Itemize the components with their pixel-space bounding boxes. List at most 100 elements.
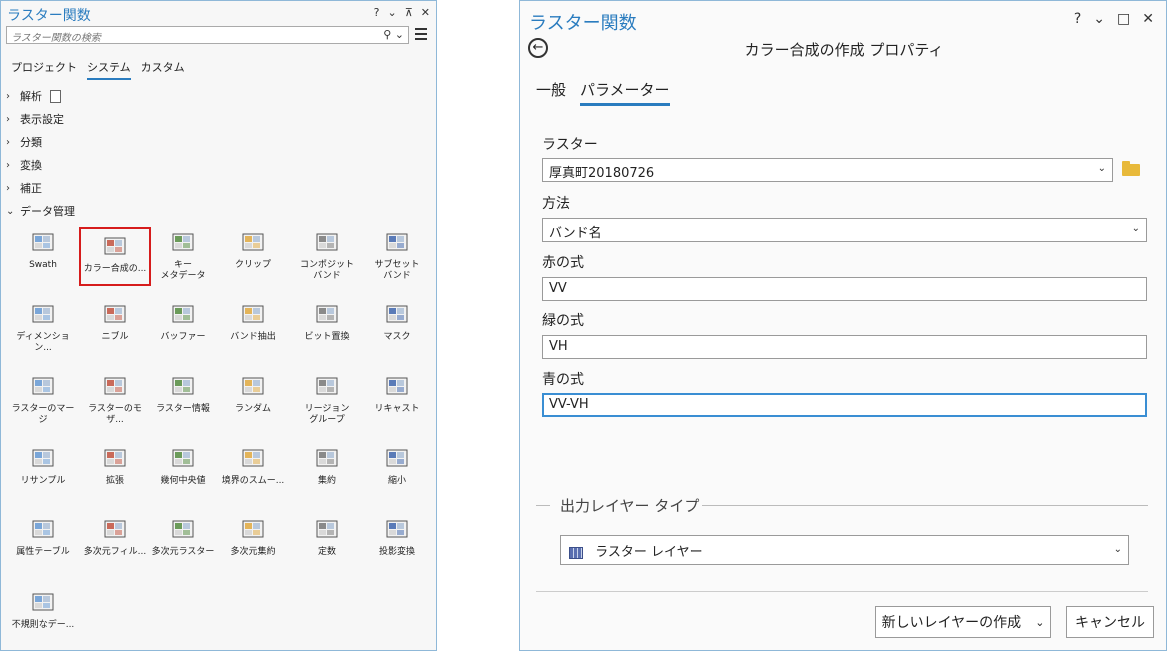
menu-icon[interactable] bbox=[415, 28, 427, 43]
category-analysis[interactable]: › 解析 bbox=[6, 88, 61, 104]
swath-icon bbox=[30, 229, 56, 255]
category-conversion[interactable]: › 変換 bbox=[6, 157, 42, 173]
category-display[interactable]: › 表示設定 bbox=[6, 111, 64, 127]
function-tile[interactable]: バッファー bbox=[149, 301, 217, 351]
raster-select[interactable]: 厚真町20180726 ⌄ bbox=[542, 158, 1113, 182]
tab-general[interactable]: 一般 bbox=[536, 79, 566, 100]
function-properties-pane: ラスター関数 ? ⌄ □ ✕ ← カラー合成の作成 プロパティ 一般 パラメータ… bbox=[519, 0, 1167, 651]
aggregate-icon bbox=[314, 445, 340, 471]
red-expression-input[interactable]: VV bbox=[542, 277, 1147, 301]
function-tile[interactable]: カラー合成の... bbox=[79, 227, 151, 286]
function-tile[interactable]: 多次元集約 bbox=[219, 516, 287, 566]
category-data-management[interactable]: ⌄ データ管理 bbox=[6, 203, 75, 219]
pane-title: ラスター関数 bbox=[7, 8, 91, 24]
md-filter-icon bbox=[102, 516, 128, 542]
function-tile[interactable]: クリップ bbox=[219, 229, 287, 279]
function-tile[interactable]: バンド抽出 bbox=[219, 301, 287, 351]
irregular-data-icon bbox=[30, 589, 56, 615]
subset-bands-icon bbox=[384, 229, 410, 255]
function-tile-label: 不規則なデー... bbox=[11, 620, 75, 630]
button-label: 新しいレイヤーの作成 bbox=[881, 615, 1022, 631]
close-icon[interactable]: ✕ bbox=[1142, 11, 1154, 27]
function-tile[interactable]: コンポジット バンド bbox=[293, 229, 361, 281]
function-tile[interactable]: 拡張 bbox=[81, 445, 149, 495]
button-label: キャンセル bbox=[1075, 615, 1145, 631]
function-tile[interactable]: 不規則なデー... bbox=[9, 589, 77, 639]
function-tile-label: ランダム bbox=[234, 404, 271, 414]
function-tile[interactable]: ニブル bbox=[81, 301, 149, 351]
function-tile[interactable]: 幾何中央値 bbox=[149, 445, 217, 495]
search-options-icon[interactable]: ⌄ bbox=[395, 28, 404, 41]
function-tile-label: リサンプル bbox=[20, 476, 66, 486]
function-tile[interactable]: 投影変換 bbox=[363, 516, 431, 566]
resample-icon bbox=[30, 445, 56, 471]
close-icon[interactable]: ✕ bbox=[421, 6, 430, 19]
random-icon bbox=[240, 373, 266, 399]
function-tile[interactable]: リサンプル bbox=[9, 445, 77, 495]
tab-custom[interactable]: カスタム bbox=[141, 59, 185, 80]
cancel-button[interactable]: キャンセル bbox=[1066, 606, 1154, 638]
function-tile-label: ラスター情報 bbox=[156, 404, 210, 414]
function-tile[interactable]: リージョン グループ bbox=[293, 373, 361, 425]
tab-parameters[interactable]: パラメーター bbox=[580, 79, 670, 106]
function-tile[interactable]: 属性テーブル bbox=[9, 516, 77, 566]
chevron-right-icon: › bbox=[6, 159, 10, 171]
category-correction[interactable]: › 補正 bbox=[6, 180, 42, 196]
section-divider bbox=[702, 505, 1148, 506]
search-input[interactable]: ラスター関数の検索 ⚲ ⌄ bbox=[6, 26, 409, 44]
options-dropdown-icon[interactable]: ⌄ bbox=[388, 6, 397, 19]
function-tile[interactable]: 集約 bbox=[293, 445, 361, 495]
function-tile-label: 多次元フィル... bbox=[83, 547, 147, 557]
help-icon[interactable]: ? bbox=[1074, 11, 1081, 27]
pin-icon[interactable]: ⊼ bbox=[405, 6, 413, 19]
maximize-icon[interactable]: □ bbox=[1117, 11, 1130, 27]
function-tile[interactable]: サブセット バンド bbox=[363, 229, 431, 281]
blue-expression-label: 青の式 bbox=[542, 372, 584, 388]
green-expression-input[interactable]: VH bbox=[542, 335, 1147, 359]
category-classification[interactable]: › 分類 bbox=[6, 134, 42, 150]
tab-project[interactable]: プロジェクト bbox=[11, 59, 77, 80]
raster-value: 厚真町20180726 bbox=[549, 166, 655, 181]
category-label: 変換 bbox=[20, 159, 42, 172]
function-tile-label: 拡張 bbox=[105, 476, 124, 486]
method-select[interactable]: バンド名 ⌄ bbox=[542, 218, 1147, 242]
function-tile[interactable]: 境界のスムー... bbox=[219, 445, 287, 495]
function-tile[interactable]: ディメンション... bbox=[9, 301, 77, 353]
search-icon[interactable]: ⚲ bbox=[383, 28, 391, 41]
function-tile-label: マスク bbox=[383, 332, 411, 342]
function-tile[interactable]: ランダム bbox=[219, 373, 287, 423]
window-controls: ? ⌄ ⊼ ✕ bbox=[374, 6, 430, 19]
category-label: 補正 bbox=[20, 182, 42, 195]
method-label: 方法 bbox=[542, 196, 570, 212]
function-tile[interactable]: キー メタデータ bbox=[149, 229, 217, 281]
function-tile-label: 定数 bbox=[317, 547, 336, 557]
function-tile[interactable]: ラスター情報 bbox=[149, 373, 217, 423]
function-tile-label: 投影変換 bbox=[378, 547, 415, 557]
function-tile[interactable]: 多次元ラスター bbox=[149, 516, 217, 566]
output-type-select[interactable]: ラスター レイヤー ⌄ bbox=[560, 535, 1129, 565]
blue-expression-input[interactable]: VV-VH bbox=[542, 393, 1147, 417]
folder-icon[interactable] bbox=[1122, 161, 1140, 176]
options-dropdown-icon[interactable]: ⌄ bbox=[1093, 11, 1105, 27]
pane-title: ラスター関数 bbox=[529, 13, 637, 34]
function-tile[interactable]: 縮小 bbox=[363, 445, 431, 495]
search-placeholder: ラスター関数の検索 bbox=[11, 33, 101, 44]
help-icon[interactable]: ? bbox=[374, 6, 380, 19]
create-layer-button[interactable]: 新しいレイヤーの作成 ⌄ bbox=[875, 606, 1051, 638]
function-tile[interactable]: リキャスト bbox=[363, 373, 431, 423]
function-tile[interactable]: ビット置換 bbox=[293, 301, 361, 351]
section-divider bbox=[536, 505, 550, 506]
chevron-right-icon: › bbox=[6, 136, 10, 148]
function-tile[interactable]: Swath bbox=[9, 229, 77, 279]
function-tile[interactable]: 定数 bbox=[293, 516, 361, 566]
geometric-median-icon bbox=[170, 445, 196, 471]
chevron-down-icon[interactable]: ⌄ bbox=[1035, 616, 1044, 629]
tab-system[interactable]: システム bbox=[87, 59, 131, 80]
function-tile[interactable]: 多次元フィル... bbox=[81, 516, 149, 566]
function-tile-label: ニブル bbox=[101, 332, 129, 342]
function-tile[interactable]: マスク bbox=[363, 301, 431, 351]
function-tile[interactable]: ラスターのマージ bbox=[9, 373, 77, 425]
function-tile[interactable]: ラスターのモザ... bbox=[81, 373, 149, 425]
composite-color-icon bbox=[102, 233, 128, 259]
constant-icon bbox=[314, 516, 340, 542]
